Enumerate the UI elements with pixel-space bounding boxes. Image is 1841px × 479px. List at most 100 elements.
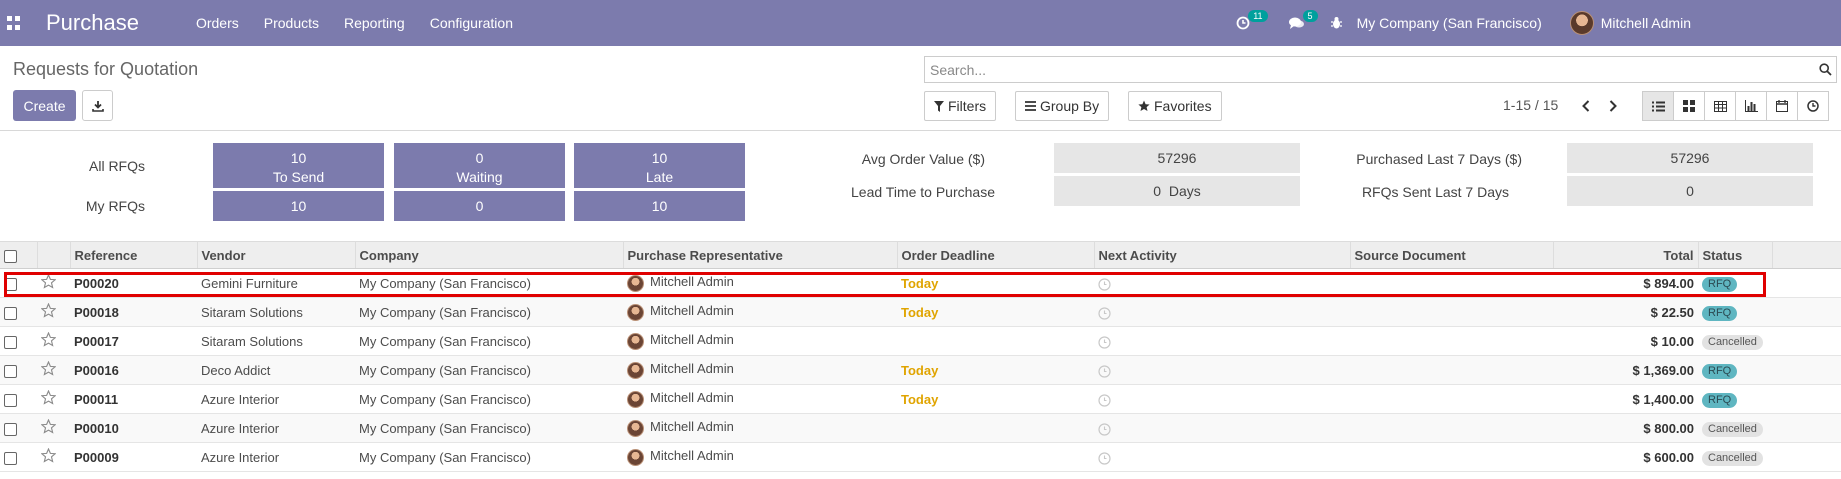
create-button[interactable]: Create: [13, 90, 76, 121]
tile-my-waiting[interactable]: 0: [394, 191, 565, 221]
row-order-deadline[interactable]: [897, 326, 1094, 356]
row-favorite-cell[interactable]: [37, 442, 70, 472]
row-source-document[interactable]: [1350, 442, 1553, 472]
row-company[interactable]: My Company (San Francisco): [355, 442, 623, 472]
kanban-view-button[interactable]: [1673, 91, 1705, 121]
app-brand[interactable]: Purchase: [46, 10, 139, 36]
pivot-view-button[interactable]: [1704, 91, 1736, 121]
activity-view-button[interactable]: [1797, 91, 1829, 121]
pager-value[interactable]: 1-15 / 15: [1503, 97, 1558, 113]
row-representative[interactable]: Mitchell Admin: [623, 413, 897, 443]
row-source-document[interactable]: [1350, 326, 1553, 356]
row-company[interactable]: My Company (San Francisco): [355, 384, 623, 414]
graph-view-button[interactable]: [1735, 91, 1767, 121]
row-reference[interactable]: P00018: [70, 297, 197, 327]
row-order-deadline[interactable]: Today: [897, 268, 1094, 298]
row-vendor[interactable]: Azure Interior: [197, 442, 355, 472]
menu-reporting[interactable]: Reporting: [344, 15, 405, 31]
row-order-deadline[interactable]: Today: [897, 297, 1094, 327]
tile-my-to-send[interactable]: 10: [213, 191, 384, 221]
row-company[interactable]: My Company (San Francisco): [355, 268, 623, 298]
tile-waiting[interactable]: 0 Waiting: [394, 143, 565, 188]
row-checkbox[interactable]: [4, 451, 17, 465]
row-total[interactable]: $ 800.00: [1553, 413, 1698, 443]
col-order-deadline[interactable]: Order Deadline: [897, 241, 1095, 269]
row-reference[interactable]: P00017: [70, 326, 197, 356]
row-next-activity[interactable]: [1094, 297, 1350, 327]
row-source-document[interactable]: [1350, 355, 1553, 385]
row-favorite-cell[interactable]: [37, 297, 70, 327]
search-button[interactable]: [1814, 63, 1836, 76]
col-total[interactable]: Total: [1553, 241, 1699, 269]
table-row[interactable]: P00017 Sitaram Solutions My Company (San F…: [0, 326, 1841, 356]
filters-button[interactable]: Filters: [924, 91, 997, 121]
row-favorite-cell[interactable]: [37, 268, 70, 298]
row-total[interactable]: $ 894.00: [1553, 268, 1698, 298]
row-status[interactable]: Cancelled: [1698, 442, 1772, 472]
activity-button[interactable]: 11: [1236, 10, 1269, 30]
user-avatar[interactable]: [1569, 11, 1594, 35]
user-menu[interactable]: Mitchell Admin: [1601, 15, 1691, 31]
row-reference[interactable]: P00010: [70, 413, 197, 443]
row-company[interactable]: My Company (San Francisco): [355, 326, 623, 356]
row-vendor[interactable]: Azure Interior: [197, 384, 355, 414]
col-vendor[interactable]: Vendor: [197, 241, 356, 269]
calendar-view-button[interactable]: [1766, 91, 1798, 121]
row-next-activity[interactable]: [1094, 326, 1350, 356]
row-reference[interactable]: P00016: [70, 355, 197, 385]
row-checkbox[interactable]: [4, 393, 17, 407]
row-status[interactable]: RFQ: [1698, 355, 1772, 385]
groupby-button[interactable]: Group By: [1015, 91, 1110, 121]
row-source-document[interactable]: [1350, 268, 1553, 298]
table-row[interactable]: P00020 Gemini Furniture My Company (San Fr…: [0, 268, 1841, 298]
row-next-activity[interactable]: [1094, 384, 1350, 414]
row-representative[interactable]: Mitchell Admin: [623, 384, 897, 414]
tile-late[interactable]: 10 Late: [574, 143, 745, 188]
list-view-button[interactable]: [1642, 91, 1674, 121]
row-checkbox[interactable]: [4, 422, 17, 436]
row-total[interactable]: $ 1,400.00: [1553, 384, 1698, 414]
row-next-activity[interactable]: [1094, 413, 1350, 443]
row-source-document[interactable]: [1350, 384, 1553, 414]
row-status[interactable]: RFQ: [1698, 268, 1772, 298]
col-reference[interactable]: Reference: [70, 241, 198, 269]
col-source-document[interactable]: Source Document: [1350, 241, 1554, 269]
tile-to-send[interactable]: 10 To Send: [213, 143, 384, 188]
row-favorite-cell[interactable]: [37, 355, 70, 385]
tile-my-late[interactable]: 10: [574, 191, 745, 221]
row-company[interactable]: My Company (San Francisco): [355, 413, 623, 443]
pager-next-button[interactable]: [1603, 96, 1623, 116]
menu-orders[interactable]: Orders: [196, 15, 239, 31]
search-input[interactable]: [930, 61, 1814, 78]
row-total[interactable]: $ 22.50: [1553, 297, 1698, 327]
row-representative[interactable]: Mitchell Admin: [623, 355, 897, 385]
row-favorite-cell[interactable]: [37, 326, 70, 356]
row-vendor[interactable]: Gemini Furniture: [197, 268, 355, 298]
row-reference[interactable]: P00020: [70, 268, 197, 298]
row-order-deadline[interactable]: [897, 413, 1094, 443]
row-next-activity[interactable]: [1094, 268, 1350, 298]
row-source-document[interactable]: [1350, 413, 1553, 443]
table-row[interactable]: P00016 Deco Addict My Company (San Francis…: [0, 355, 1841, 385]
row-source-document[interactable]: [1350, 297, 1553, 327]
row-total[interactable]: $ 1,369.00: [1553, 355, 1698, 385]
row-representative[interactable]: Mitchell Admin: [623, 442, 897, 472]
col-company[interactable]: Company: [355, 241, 624, 269]
row-representative[interactable]: Mitchell Admin: [623, 326, 897, 356]
debug-button[interactable]: [1330, 16, 1343, 30]
col-status[interactable]: Status: [1698, 241, 1773, 269]
row-favorite-cell[interactable]: [37, 413, 70, 443]
row-vendor[interactable]: Sitaram Solutions: [197, 297, 355, 327]
pager-previous-button[interactable]: [1576, 96, 1596, 116]
table-row[interactable]: P00018 Sitaram Solutions My Company (San F…: [0, 297, 1841, 327]
row-checkbox[interactable]: [4, 306, 17, 320]
row-total[interactable]: $ 600.00: [1553, 442, 1698, 472]
favorites-button[interactable]: Favorites: [1128, 91, 1222, 121]
row-next-activity[interactable]: [1094, 355, 1350, 385]
col-purchase-representative[interactable]: Purchase Representative: [623, 241, 898, 269]
row-status[interactable]: RFQ: [1698, 384, 1772, 414]
col-next-activity[interactable]: Next Activity: [1094, 241, 1351, 269]
row-reference[interactable]: P00009: [70, 442, 197, 472]
row-reference[interactable]: P00011: [70, 384, 197, 414]
row-status[interactable]: Cancelled: [1698, 326, 1772, 356]
